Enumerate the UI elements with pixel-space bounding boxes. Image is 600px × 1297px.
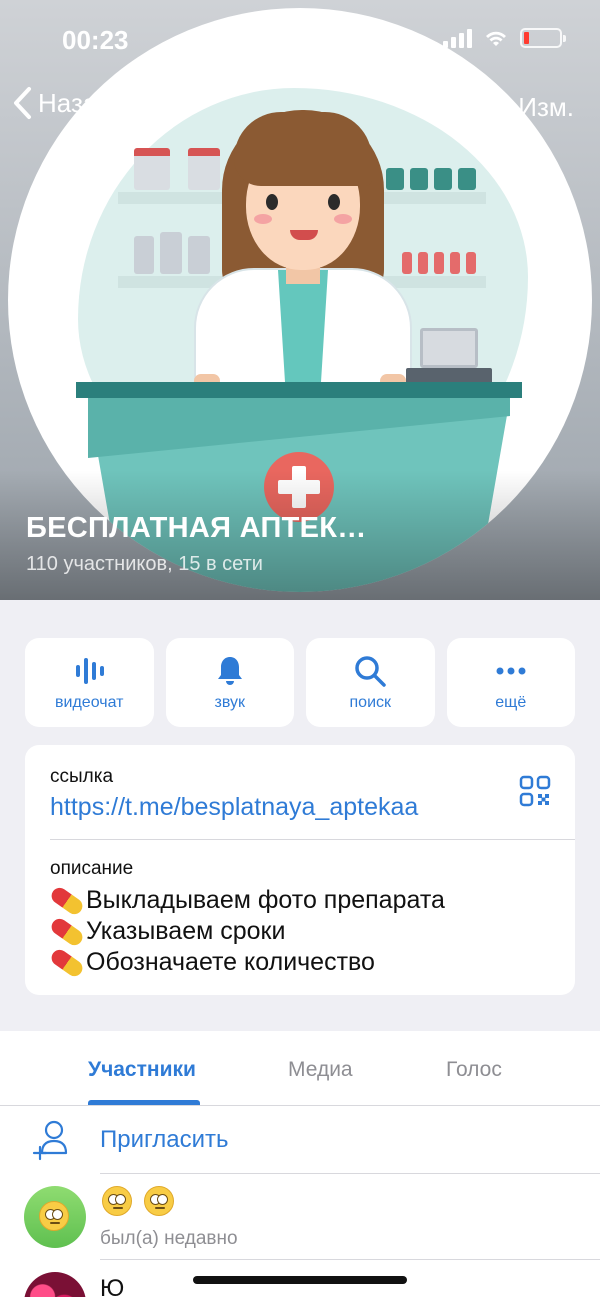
medicine-bottle [160, 232, 182, 274]
cheek [334, 214, 352, 224]
description: Выкладываем фото препарата Указываем сро… [48, 884, 445, 979]
tab-voice[interactable]: Голос [446, 1058, 502, 1082]
eye [328, 194, 340, 210]
description-line: Обозначаете количество [48, 946, 445, 979]
members-section: Участники Медиа Голос Пригласить был(а) … [0, 1031, 600, 1297]
qr-code-icon[interactable] [519, 775, 551, 807]
medicine-jar [434, 168, 452, 190]
wifi-icon [486, 31, 506, 46]
sound-label: звук [214, 694, 245, 711]
bell-icon [217, 657, 242, 685]
member-name: Ю [100, 1275, 125, 1297]
tab-media[interactable]: Медиа [288, 1058, 353, 1082]
eye-roll-emoji-icon [102, 1186, 132, 1216]
cheek [254, 214, 272, 224]
medicine-jar [386, 168, 404, 190]
edit-button[interactable]: Изм. [518, 92, 574, 123]
medicine-vial [402, 252, 412, 274]
description-text: Выкладываем фото препарата [86, 886, 445, 914]
more-button[interactable]: ещё [446, 638, 575, 727]
search-icon [355, 656, 386, 687]
counter-top [76, 382, 522, 398]
add-user-icon [32, 1120, 68, 1161]
eye-roll-emoji-icon [39, 1201, 69, 1231]
medicine-bottle [188, 236, 210, 274]
medicine-bottle [134, 236, 154, 274]
invite-button[interactable]: Пригласить [0, 1107, 600, 1173]
tab-bar: Участники Медиа Голос [0, 1031, 600, 1106]
eye [266, 194, 278, 210]
tab-members[interactable]: Участники [88, 1058, 196, 1082]
cellular-signal-icon [443, 28, 472, 48]
pill-icon [48, 884, 86, 917]
link-label: ссылка [50, 766, 114, 787]
divider [50, 839, 575, 840]
chat-title: БЕСПЛАТНАЯ АПТЕК… [26, 512, 367, 544]
medicine-jar [410, 168, 428, 190]
member-row[interactable]: был(а) недавно [0, 1186, 600, 1270]
medicine-vial [418, 252, 428, 274]
shelf [382, 276, 486, 288]
active-tab-indicator [88, 1100, 200, 1105]
divider [100, 1173, 600, 1174]
avatar [24, 1186, 86, 1248]
search-label: поиск [349, 694, 392, 711]
battery-icon [520, 28, 566, 48]
info-card: ссылка https://t.me/besplatnaya_aptekaa … [25, 745, 575, 995]
voice-chat-icon [76, 658, 105, 684]
sound-button[interactable]: звук [165, 638, 294, 727]
pill-icon [48, 915, 86, 948]
invite-label: Пригласить [100, 1126, 229, 1153]
medicine-vial [450, 252, 460, 274]
more-label: ещё [495, 694, 527, 711]
shelf [118, 192, 238, 204]
chat-subtitle: 110 участников, 15 в сети [26, 553, 263, 575]
pharmacist-bangs [234, 112, 372, 186]
description-text: Указываем сроки [86, 917, 286, 945]
medicine-box [188, 148, 220, 190]
medicine-vial [466, 252, 476, 274]
search-button[interactable]: поиск [306, 638, 435, 727]
avatar [24, 1272, 86, 1297]
divider [100, 1259, 600, 1260]
eye-roll-emoji-icon [144, 1186, 174, 1216]
description-line: Выкладываем фото препарата [48, 884, 445, 917]
video-chat-label: видеочат [55, 694, 124, 711]
action-bar: видеочат звук поиск ещё [25, 638, 575, 727]
pill-icon [48, 946, 86, 979]
chevron-left-icon [14, 87, 31, 119]
shelf [382, 192, 486, 204]
status-time: 00:23 [62, 25, 129, 55]
status-indicators [443, 28, 566, 48]
medicine-box [134, 148, 170, 190]
description-label: описание [50, 858, 134, 879]
member-status: был(а) недавно [100, 1228, 238, 1249]
pharmacist-shirt [278, 270, 328, 390]
profile-hero: 00:23 Назад Изм. БЕСПЛАТНАЯ АПТЕК… 110 у… [0, 0, 600, 600]
description-line: Указываем сроки [48, 915, 445, 948]
back-label: Назад [38, 87, 113, 118]
home-indicator[interactable] [193, 1276, 407, 1284]
more-icon [496, 667, 526, 675]
description-text: Обозначаете количество [86, 948, 375, 976]
back-button[interactable]: Назад [12, 86, 113, 120]
medicine-vial [434, 252, 444, 274]
cash-register [420, 328, 478, 368]
invite-link[interactable]: https://t.me/besplatnaya_aptekaa [50, 793, 418, 822]
medicine-jar [458, 168, 476, 190]
video-chat-button[interactable]: видеочат [25, 638, 154, 727]
